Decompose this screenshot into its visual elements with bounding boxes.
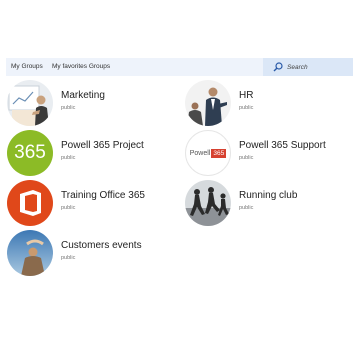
365-logo-text: 365 xyxy=(14,142,46,163)
group-card-marketing[interactable]: Marketing public xyxy=(7,80,177,130)
group-name[interactable]: Running club xyxy=(239,190,297,201)
group-privacy: public xyxy=(239,155,254,161)
group-privacy: public xyxy=(239,105,254,111)
group-privacy: public xyxy=(239,205,254,211)
group-name[interactable]: Training Office 365 xyxy=(61,190,145,201)
group-name[interactable]: Marketing xyxy=(61,90,105,101)
group-card-running-club[interactable]: Running club public xyxy=(185,180,355,230)
tab-my-favorites-groups[interactable]: My favorites Groups xyxy=(52,58,110,76)
search-box[interactable] xyxy=(263,58,353,76)
tab-my-groups[interactable]: My Groups xyxy=(11,58,43,76)
powell-logo-word: Powell xyxy=(189,149,211,157)
group-privacy: public xyxy=(61,155,76,161)
group-name[interactable]: Powell 365 Project xyxy=(61,140,144,151)
group-privacy: public xyxy=(61,255,76,261)
search-icon xyxy=(273,62,283,72)
group-name[interactable]: Powell 365 Support xyxy=(239,140,326,151)
powell-logo-badge: 365 xyxy=(211,148,227,158)
group-name[interactable]: HR xyxy=(239,90,253,101)
search-input[interactable] xyxy=(287,61,347,73)
group-card-training-office-365[interactable]: Training Office 365 public xyxy=(7,180,177,230)
office-logo-avatar xyxy=(7,180,53,226)
powell-365-logo-avatar: Powell 365 xyxy=(185,130,231,176)
hr-photo-avatar xyxy=(185,80,231,126)
group-privacy: public xyxy=(61,105,76,111)
group-card-powell-365-project[interactable]: 365 Powell 365 Project public xyxy=(7,130,177,180)
customers-photo-avatar xyxy=(7,230,53,276)
marketing-photo-avatar xyxy=(7,80,53,126)
group-card-hr[interactable]: HR public xyxy=(185,80,355,130)
group-card-customers-events[interactable]: Customers events public xyxy=(7,230,177,280)
365-logo-avatar: 365 xyxy=(7,130,53,176)
running-photo-avatar xyxy=(185,180,231,226)
group-tab-bar: My Groups My favorites Groups xyxy=(6,58,353,76)
group-privacy: public xyxy=(61,205,76,211)
office-icon xyxy=(20,190,41,216)
group-card-powell-365-support[interactable]: Powell 365 Powell 365 Support public xyxy=(185,130,355,180)
group-name[interactable]: Customers events xyxy=(61,240,142,251)
